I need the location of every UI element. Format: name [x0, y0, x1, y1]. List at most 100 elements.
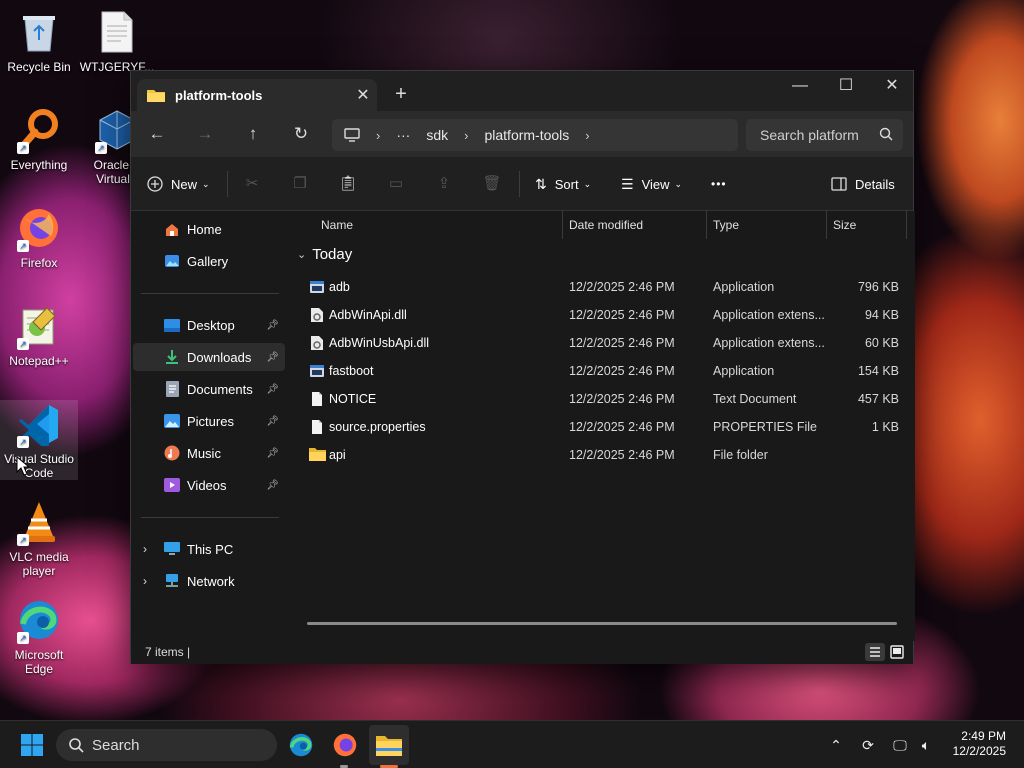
forward-arrow-icon[interactable]: →: [191, 121, 219, 147]
breadcrumb-platform-tools[interactable]: platform-tools: [484, 127, 569, 143]
sidebar-item-gallery[interactable]: Gallery: [133, 247, 285, 275]
sidebar-item-network[interactable]: › Network: [133, 567, 285, 595]
sync-icon[interactable]: ⟳: [858, 735, 878, 755]
address-bar[interactable]: › ··· sdk › platform-tools ›: [332, 119, 738, 151]
file-row[interactable]: AdbWinUsbApi.dll 12/2/2025 2:46 PM Appli…: [289, 329, 915, 357]
back-arrow-icon[interactable]: ←: [143, 121, 171, 147]
taskbar-firefox[interactable]: [329, 729, 361, 761]
column-header-name[interactable]: Name: [321, 211, 353, 239]
taskbar-edge[interactable]: [285, 729, 317, 761]
computer-icon: [344, 128, 360, 142]
view-icon: ☰: [621, 175, 634, 192]
horizontal-scrollbar[interactable]: [307, 622, 897, 625]
desktop-icon-vscode[interactable]: ↗ Visual Studio Code: [0, 400, 78, 480]
desktop-icon-edge[interactable]: ↗ Microsoft Edge: [0, 596, 78, 676]
column-divider[interactable]: [826, 211, 827, 239]
details-pane-icon: [831, 177, 847, 191]
desktop-icon-label: Visual Studio Code: [4, 452, 74, 480]
start-button[interactable]: [16, 729, 48, 761]
file-row[interactable]: source.properties 12/2/2025 2:46 PM PROP…: [289, 413, 915, 441]
refresh-icon[interactable]: ↻: [287, 121, 315, 147]
file-row[interactable]: fastboot 12/2/2025 2:46 PM Application 1…: [289, 357, 915, 385]
pin-icon[interactable]: 📌︎: [266, 384, 279, 395]
chevron-right-icon[interactable]: ›: [376, 128, 380, 143]
sidebar-item-pictures[interactable]: Pictures 📌︎: [133, 407, 285, 435]
toolbar-divider: [519, 171, 520, 197]
taskbar-file-explorer[interactable]: [369, 725, 409, 765]
title-bar[interactable]: platform-tools ✕ + — ☐ ✕: [131, 71, 913, 111]
chevron-up-icon[interactable]: ⌃: [826, 735, 846, 755]
chevron-right-icon[interactable]: ›: [464, 128, 468, 143]
file-row[interactable]: AdbWinApi.dll 12/2/2025 2:46 PM Applicat…: [289, 301, 915, 329]
more-options-button[interactable]: •••: [711, 171, 727, 197]
document-icon: [93, 8, 141, 56]
network-status-icon[interactable]: 🖵︎: [890, 735, 910, 755]
chevron-down-icon: ⌄: [674, 178, 683, 189]
tab-close-icon[interactable]: ✕: [349, 85, 377, 105]
sidebar-item-desktop[interactable]: Desktop 📌︎: [133, 311, 285, 339]
details-button[interactable]: Details: [831, 171, 895, 197]
sidebar-item-documents[interactable]: Documents 📌︎: [133, 375, 285, 403]
file-size: 1 KB: [871, 420, 899, 434]
system-clock[interactable]: 2:49 PM 12/2/2025: [953, 729, 1006, 759]
new-tab-button[interactable]: +: [389, 83, 413, 107]
desktop-icon-vlc[interactable]: ↗ VLC media player: [0, 498, 78, 578]
close-button[interactable]: ✕: [869, 71, 915, 103]
sidebar-item-label: Home: [187, 221, 222, 237]
column-divider[interactable]: [906, 211, 907, 239]
breadcrumb-ellipsis[interactable]: ···: [396, 127, 410, 143]
sort-button[interactable]: ⇅ Sort ⌄: [535, 171, 591, 197]
desktop-icon-recycle-bin[interactable]: Recycle Bin: [0, 8, 78, 74]
pin-icon[interactable]: 📌︎: [266, 320, 279, 331]
new-button[interactable]: New ⌄: [147, 171, 210, 197]
column-header-size[interactable]: Size: [833, 211, 856, 239]
tiles-view-icon[interactable]: [887, 643, 907, 661]
column-divider[interactable]: [562, 211, 563, 239]
sidebar-item-home[interactable]: Home: [133, 215, 285, 243]
chevron-right-icon[interactable]: ›: [585, 128, 589, 143]
pin-icon[interactable]: 📌︎: [266, 352, 279, 363]
view-button[interactable]: ☰ View ⌄: [621, 171, 682, 197]
file-row[interactable]: api 12/2/2025 2:46 PM File folder: [289, 441, 915, 469]
desktop-icon-notepadpp[interactable]: ↗ Notepad++: [0, 302, 78, 368]
copy-icon[interactable]: ❐: [289, 173, 311, 195]
pin-icon[interactable]: 📌︎: [266, 416, 279, 427]
sidebar-item-videos[interactable]: Videos 📌︎: [133, 471, 285, 499]
minimize-button[interactable]: —: [777, 71, 823, 103]
search-input[interactable]: Search platform: [746, 119, 903, 151]
rename-icon[interactable]: ▭: [385, 173, 407, 195]
group-header-today[interactable]: ⌄ Today: [297, 241, 352, 267]
sidebar-item-music[interactable]: Music 📌︎: [133, 439, 285, 467]
file-row[interactable]: NOTICE 12/2/2025 2:46 PM Text Document 4…: [289, 385, 915, 413]
desktop-icon-everything[interactable]: ↗ Everything: [0, 106, 78, 172]
dll-icon: [309, 335, 325, 351]
taskbar: Search ⌃ ⟳ 🖵︎ 🔈︎ 2:49 PM 12/2/2025: [0, 720, 1024, 768]
desktop-icon-firefox[interactable]: ↗ Firefox: [0, 204, 78, 270]
file-type: Application extens...: [713, 336, 825, 350]
tab-platform-tools[interactable]: platform-tools ✕: [137, 79, 377, 111]
volume-muted-icon[interactable]: 🔈︎: [916, 735, 936, 755]
column-header-type[interactable]: Type: [713, 211, 739, 239]
maximize-button[interactable]: ☐: [823, 71, 869, 103]
column-divider[interactable]: [706, 211, 707, 239]
cut-icon[interactable]: ✂: [241, 173, 263, 195]
chevron-right-icon[interactable]: ›: [143, 574, 147, 588]
shortcut-arrow-icon: ↗: [17, 338, 29, 350]
pin-icon[interactable]: 📌︎: [266, 448, 279, 459]
paste-icon[interactable]: 📋︎: [337, 173, 359, 195]
desktop-icon-file[interactable]: WTJGERYF...: [78, 8, 156, 74]
delete-icon[interactable]: 🗑︎: [481, 173, 503, 195]
breadcrumb-sdk[interactable]: sdk: [426, 127, 448, 143]
shortcut-arrow-icon: ↗: [17, 534, 29, 546]
share-icon[interactable]: ⇪: [433, 173, 455, 195]
sidebar-item-downloads[interactable]: Downloads 📌︎: [133, 343, 285, 371]
details-view-icon[interactable]: [865, 643, 885, 661]
sidebar-item-this-pc[interactable]: › This PC: [133, 535, 285, 563]
taskbar-search-box[interactable]: Search: [56, 729, 277, 761]
chevron-right-icon[interactable]: ›: [143, 542, 147, 556]
file-type: Application: [713, 364, 775, 378]
file-row[interactable]: adb 12/2/2025 2:46 PM Application 796 KB: [289, 273, 915, 301]
column-header-date[interactable]: Date modified: [569, 211, 643, 239]
up-arrow-icon[interactable]: ↑: [239, 121, 267, 147]
pin-icon[interactable]: 📌︎: [266, 480, 279, 491]
